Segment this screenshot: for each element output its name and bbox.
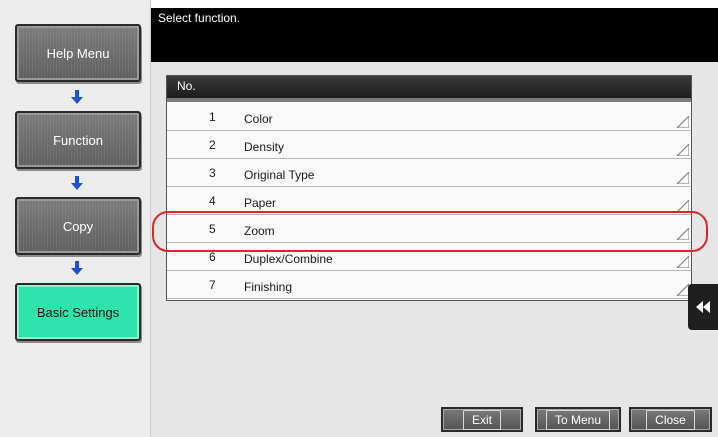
double-left-arrow-icon xyxy=(696,301,710,313)
item-number: 4 xyxy=(209,194,216,208)
list-item-density[interactable]: 2 Density xyxy=(167,131,691,159)
corner-triangle-icon xyxy=(677,256,689,268)
to-menu-label: To Menu xyxy=(545,409,611,430)
corner-triangle-icon xyxy=(677,228,689,240)
function-list: No. 1 Color 2 Density 3 Original Type 4 … xyxy=(166,75,692,301)
down-arrow-icon xyxy=(64,259,90,277)
item-number: 2 xyxy=(209,138,216,152)
list-item-zoom[interactable]: 5 Zoom xyxy=(167,215,691,243)
close-button[interactable]: Close xyxy=(629,407,712,432)
exit-label: Exit xyxy=(462,409,501,430)
item-number: 6 xyxy=(209,250,216,264)
exit-button[interactable]: Exit xyxy=(441,407,523,432)
main-panel: No. 1 Color 2 Density 3 Original Type 4 … xyxy=(151,62,718,437)
basic-settings-label: Basic Settings xyxy=(36,304,120,320)
function-label: Function xyxy=(53,132,103,148)
to-menu-button[interactable]: To Menu xyxy=(535,407,621,432)
item-name: Duplex/Combine xyxy=(244,252,333,266)
function-button[interactable]: Function xyxy=(15,111,141,169)
item-number: 3 xyxy=(209,166,216,180)
list-item-color[interactable]: 1 Color xyxy=(167,103,691,131)
corner-triangle-icon xyxy=(677,172,689,184)
item-name: Paper xyxy=(244,196,277,210)
corner-triangle-icon xyxy=(677,116,689,128)
column-header-no: No. xyxy=(177,79,196,93)
item-name: Color xyxy=(244,112,273,126)
corner-triangle-icon xyxy=(677,200,689,212)
help-menu-button[interactable]: Help Menu xyxy=(15,24,141,82)
list-header: No. xyxy=(167,76,691,102)
side-panel-toggle[interactable] xyxy=(688,284,718,330)
copy-label: Copy xyxy=(62,218,94,234)
list-item-paper[interactable]: 4 Paper xyxy=(167,187,691,215)
item-name: Finishing xyxy=(244,280,293,294)
item-name: Zoom xyxy=(244,224,275,238)
item-number: 5 xyxy=(209,222,216,236)
item-number: 1 xyxy=(209,110,216,124)
copy-button[interactable]: Copy xyxy=(15,197,141,255)
item-number: 7 xyxy=(209,278,216,292)
item-name: Density xyxy=(244,140,285,154)
list-item-duplex-combine[interactable]: 6 Duplex/Combine xyxy=(167,243,691,271)
help-navigation-panel: Help Menu Function Copy Basic Settings xyxy=(0,0,151,437)
item-name: Original Type xyxy=(244,168,315,182)
header-message: Select function. xyxy=(158,11,241,25)
down-arrow-icon xyxy=(64,88,90,106)
list-item-original-type[interactable]: 3 Original Type xyxy=(167,159,691,187)
help-menu-label: Help Menu xyxy=(46,45,110,61)
close-label: Close xyxy=(646,409,695,430)
message-bar: Select function. xyxy=(151,8,718,62)
down-arrow-icon xyxy=(64,174,90,192)
corner-triangle-icon xyxy=(677,144,689,156)
list-item-finishing[interactable]: 7 Finishing xyxy=(167,271,691,299)
basic-settings-button[interactable]: Basic Settings xyxy=(15,283,141,341)
